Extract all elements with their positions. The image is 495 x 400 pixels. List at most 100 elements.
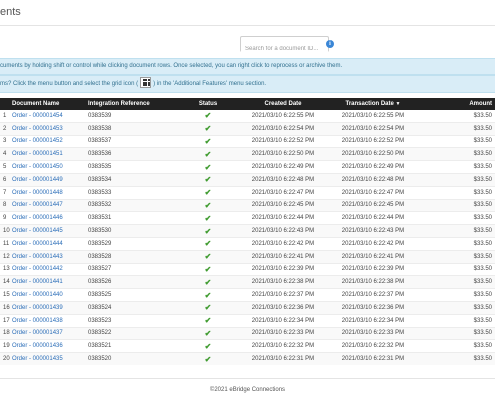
created-date-cell: 2021/03/10 6:22:43 PM [238, 224, 328, 238]
table-row[interactable]: 1 Order - 000001454 0383539 ✔ 2021/03/10 6:2… [0, 110, 495, 123]
column-header-document-name[interactable]: Document Name [12, 98, 88, 110]
document-link-cell: Order - 000001441 [12, 275, 88, 290]
transaction-date-cell: 2021/03/10 6:22:55 PM [328, 110, 418, 123]
row-number-cell: 5 [0, 160, 12, 174]
document-link[interactable]: Order - 000001451 [12, 151, 63, 157]
table-row[interactable]: 5 Order - 000001450 0383535 ✔ 2021/03/10 6:2… [0, 160, 495, 174]
table-row[interactable]: 10 Order - 000001445 0383530 ✔ 2021/03/10 6:… [0, 224, 495, 238]
table-row[interactable]: 13 Order - 000001442 0383527 ✔ 2021/03/10 6:… [0, 263, 495, 277]
transaction-date: 2021/03/10 6:22:42 PM [341, 240, 405, 247]
amount-cell: $33.50 [418, 352, 495, 365]
document-link[interactable]: Order - 000001446 [12, 215, 63, 221]
table-row[interactable]: 20 Order - 000001435 0383520 ✔ 2021/03/10 6:… [0, 352, 495, 365]
row-number-cell: 7 [0, 186, 12, 200]
footer-copyright: ©2021 eBridge Connections [209, 387, 286, 393]
created-date-cell: 2021/03/10 6:22:34 PM [238, 314, 328, 328]
table-row[interactable]: 12 Order - 000001443 0383528 ✔ 2021/03/10 6:… [0, 250, 495, 264]
transaction-date: 2021/03/10 6:22:50 PM [341, 151, 405, 158]
document-link-cell: Order - 000001450 [12, 160, 88, 174]
created-date-cell: 2021/03/10 6:22:44 PM [238, 211, 328, 226]
created-date: 2021/03/10 6:22:31 PM [251, 356, 315, 363]
table-row[interactable]: 11 Order - 000001444 0383529 ✔ 2021/03/10 6:… [0, 237, 495, 251]
status-check-icon-cell: ✔ [178, 224, 238, 238]
table-row[interactable]: 15 Order - 000001440 0383525 ✔ 2021/03/10 6:… [0, 288, 495, 302]
info-icon[interactable]: i [326, 40, 334, 48]
document-link-cell: Order - 000001445 [12, 224, 88, 238]
document-link[interactable]: Order - 000001438 [12, 318, 63, 324]
document-link[interactable]: Order - 000001448 [12, 190, 63, 196]
created-date: 2021/03/10 6:22:55 PM [251, 112, 315, 119]
table-row[interactable]: 17 Order - 000001438 0383523 ✔ 2021/03/10 6:… [0, 314, 495, 328]
integration-reference-cell: 0383525 [88, 288, 178, 302]
document-link[interactable]: Order - 000001449 [12, 177, 63, 183]
document-link[interactable]: Order - 000001442 [12, 266, 63, 272]
row-number-cell: 2 [0, 122, 12, 136]
document-link[interactable]: Order - 000001452 [12, 138, 63, 144]
table-row[interactable]: 14 Order - 000001441 0383526 ✔ 2021/03/10 6:… [0, 275, 495, 290]
created-date: 2021/03/10 6:22:43 PM [251, 228, 315, 235]
row-number-cell: 3 [0, 135, 12, 149]
table-row[interactable]: 4 Order - 000001451 0383536 ✔ 2021/03/10 6:2… [0, 147, 495, 162]
column-header-amount[interactable]: Amount [418, 98, 495, 110]
status-check-icon-cell: ✔ [178, 160, 238, 174]
document-link[interactable]: Order - 000001447 [12, 202, 63, 208]
created-date: 2021/03/10 6:22:44 PM [251, 215, 315, 222]
document-link[interactable]: Order - 000001439 [12, 305, 63, 311]
created-date-cell: 2021/03/10 6:22:31 PM [238, 352, 328, 365]
table-row[interactable]: 8 Order - 000001447 0383532 ✔ 2021/03/10 6:2… [0, 199, 495, 213]
column-header-transaction-date[interactable]: Transaction Date ▼ [328, 98, 418, 110]
created-date-cell: 2021/03/10 6:22:52 PM [238, 135, 328, 149]
row-number-cell: 11 [0, 237, 12, 251]
document-link[interactable]: Order - 000001454 [12, 113, 63, 119]
row-number-cell: 10 [0, 224, 12, 238]
grid-icon[interactable] [140, 76, 152, 88]
row-number-cell: 20 [0, 352, 12, 365]
document-link[interactable]: Order - 000001453 [12, 126, 63, 132]
row-number-cell: 6 [0, 173, 12, 187]
created-date: 2021/03/10 6:22:33 PM [251, 330, 315, 337]
table-row[interactable]: 7 Order - 000001448 0383533 ✔ 2021/03/10 6:2… [0, 186, 495, 200]
integration-reference: 0383536 [88, 151, 112, 158]
status-check-icon: ✔ [204, 303, 212, 313]
table-row[interactable]: 16 Order - 000001439 0383524 ✔ 2021/03/10 6:… [0, 301, 495, 315]
integration-reference: 0383532 [88, 202, 112, 209]
created-date: 2021/03/10 6:22:47 PM [251, 189, 315, 196]
transaction-date-cell: 2021/03/10 6:22:42 PM [328, 237, 418, 251]
document-link[interactable]: Order - 000001445 [12, 228, 63, 234]
table-row[interactable]: 19 Order - 000001436 0383521 ✔ 2021/03/10 6:… [0, 339, 495, 354]
integration-reference: 0383526 [88, 279, 112, 286]
table-row[interactable]: 9 Order - 000001446 0383531 ✔ 2021/03/10 6:2… [0, 211, 495, 226]
document-link[interactable]: Order - 000001443 [12, 254, 63, 260]
column-header-integration-reference[interactable]: Integration Reference [88, 98, 178, 110]
document-link[interactable]: Order - 000001441 [12, 279, 63, 285]
document-link[interactable]: Order - 000001435 [12, 356, 63, 362]
document-link[interactable]: Order - 000001450 [12, 164, 63, 170]
search-box[interactable] [240, 36, 329, 56]
status-check-icon: ✔ [204, 290, 212, 300]
selection-notice-text: cuments by holding shift or control whil… [0, 63, 343, 69]
row-number: 9 [3, 215, 7, 222]
column-header-status[interactable]: Status [178, 98, 238, 110]
row-number: 2 [3, 125, 7, 132]
status-check-icon: ✔ [204, 316, 212, 326]
integration-reference-cell: 0383527 [88, 263, 178, 277]
document-link[interactable]: Order - 000001444 [12, 241, 63, 247]
created-date-cell: 2021/03/10 6:22:33 PM [238, 327, 328, 341]
table-row[interactable]: 3 Order - 000001452 0383537 ✔ 2021/03/10 6:2… [0, 135, 495, 149]
table-row[interactable]: 18 Order - 000001437 0383522 ✔ 2021/03/10 6:… [0, 327, 495, 341]
column-header-created-date[interactable]: Created Date [238, 98, 328, 110]
integration-reference: 0383537 [88, 138, 112, 145]
search-input[interactable] [241, 42, 328, 56]
document-link[interactable]: Order - 000001437 [12, 330, 63, 336]
status-check-icon-cell: ✔ [178, 352, 238, 365]
integration-reference: 0383531 [88, 215, 112, 222]
table-row[interactable]: 6 Order - 000001449 0383534 ✔ 2021/03/10 6:2… [0, 173, 495, 187]
table-row[interactable]: 2 Order - 000001453 0383538 ✔ 2021/03/10 6:2… [0, 122, 495, 136]
amount: $33.50 [473, 253, 492, 260]
amount: $33.50 [473, 176, 492, 183]
status-check-icon-cell: ✔ [178, 314, 238, 328]
integration-reference: 0383527 [88, 266, 112, 273]
row-number-cell: 1 [0, 110, 12, 123]
document-link[interactable]: Order - 000001436 [12, 343, 63, 349]
document-link[interactable]: Order - 000001440 [12, 292, 63, 298]
